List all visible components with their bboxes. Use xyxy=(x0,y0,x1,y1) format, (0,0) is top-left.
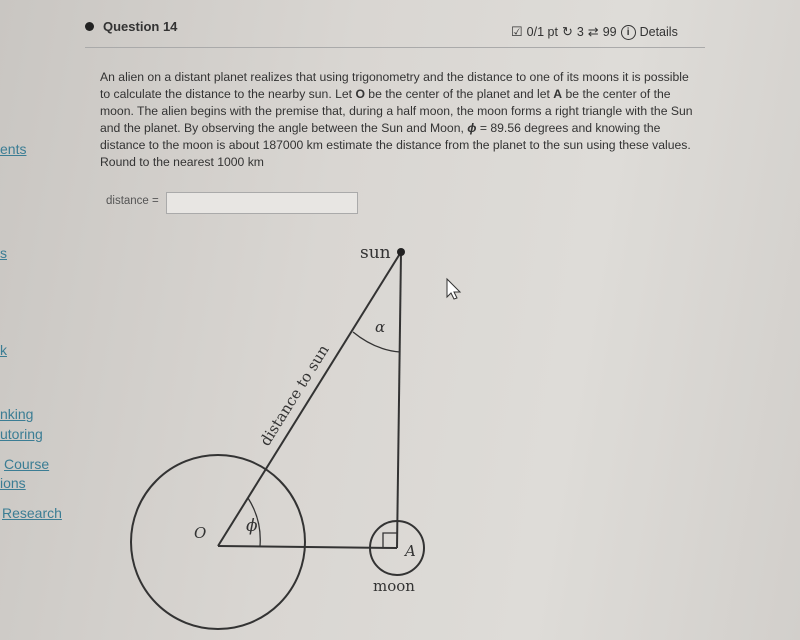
sun-moon-line xyxy=(396,251,402,549)
planet-circle xyxy=(130,454,306,630)
triangle-diagram: sun moon α ϕ O A distance to sun xyxy=(130,243,462,630)
point-o-label: O xyxy=(194,524,206,542)
mouse-cursor-icon xyxy=(446,277,462,300)
phi-label: ϕ xyxy=(246,516,258,536)
hypotenuse-label: distance to sun xyxy=(256,341,333,449)
point-a-label: A xyxy=(403,542,416,560)
moon-label: moon xyxy=(373,577,415,595)
hypotenuse-line xyxy=(217,251,402,547)
alpha-label: α xyxy=(375,318,385,336)
right-angle-mark xyxy=(382,532,398,548)
sun-label: sun xyxy=(360,243,391,263)
sun-point xyxy=(397,248,405,256)
